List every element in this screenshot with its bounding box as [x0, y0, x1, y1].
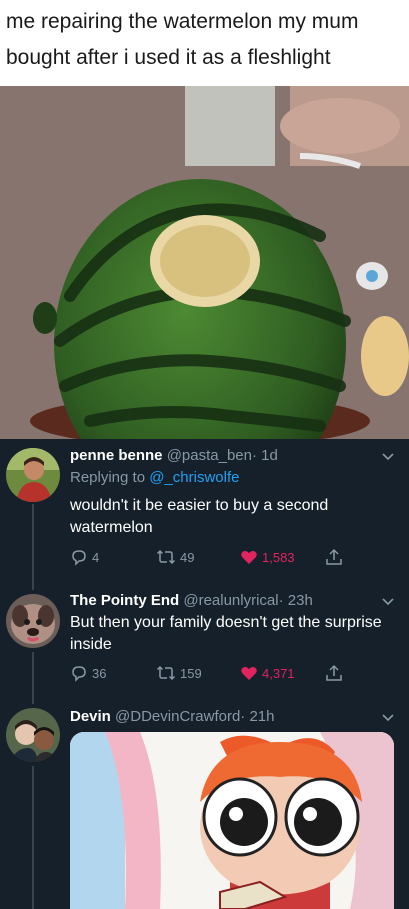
- chevron-down-icon[interactable]: [381, 452, 395, 462]
- tweet-header: The Pointy End @realunlyrical· 23h: [70, 592, 313, 609]
- thread-line: [32, 766, 34, 909]
- reply-count: 4: [92, 549, 100, 565]
- share-button[interactable]: [325, 662, 343, 684]
- display-name[interactable]: The Pointy End: [70, 592, 179, 609]
- share-button[interactable]: [325, 546, 343, 568]
- timestamp[interactable]: · 21h: [240, 708, 274, 725]
- thread-line: [32, 652, 34, 704]
- watermelon-photo: [0, 86, 409, 439]
- tweet-media-image[interactable]: [70, 732, 394, 909]
- like-count: 4,371: [262, 665, 295, 681]
- display-name[interactable]: penne benne: [70, 447, 163, 464]
- speech-bubble-icon: [72, 666, 86, 682]
- mention-link[interactable]: @_chriswolfe: [149, 469, 239, 486]
- thread-line: [32, 504, 34, 590]
- retweet-button[interactable]: 159: [156, 662, 202, 684]
- avatar[interactable]: [6, 708, 60, 762]
- like-button[interactable]: 4,371: [240, 662, 295, 684]
- tweet-text: wouldn't it be easier to buy a second wa…: [70, 497, 329, 536]
- timestamp[interactable]: · 1d: [252, 447, 278, 464]
- speech-bubble-icon: [72, 550, 86, 566]
- like-count: 1,583: [262, 549, 295, 565]
- chevron-down-icon[interactable]: [381, 713, 395, 723]
- display-name[interactable]: Devin: [70, 708, 111, 725]
- tweet-1[interactable]: penne benne @pasta_ben· 1d Replying to @…: [0, 440, 409, 590]
- retweet-button[interactable]: 49: [156, 546, 194, 568]
- meme-caption: me repairing the watermelon my mum bough…: [6, 10, 359, 69]
- tweet-header: penne benne @pasta_ben· 1d: [70, 447, 278, 464]
- reply-button[interactable]: 4: [70, 546, 99, 568]
- reply-count: 36: [92, 665, 107, 681]
- retweet-count: 49: [180, 549, 195, 565]
- chevron-down-icon[interactable]: [381, 597, 395, 607]
- tweet-2[interactable]: The Pointy End @realunlyrical· 23h But t…: [0, 588, 409, 700]
- retweet-icon: [156, 665, 176, 681]
- tweet-actions: 4 49 1,583: [70, 546, 360, 568]
- meme-caption-area: me repairing the watermelon my mum bough…: [0, 0, 409, 86]
- retweet-count: 159: [180, 665, 202, 681]
- heart-icon: [241, 666, 257, 680]
- handle[interactable]: @realunlyrical: [183, 592, 278, 609]
- timestamp[interactable]: · 23h: [279, 592, 313, 609]
- avatar[interactable]: [6, 594, 60, 648]
- tweet-actions: 36 159 4,371: [70, 662, 360, 684]
- tweet-text: But then your family doesn't get the sur…: [70, 614, 382, 653]
- tweet-header: Devin @DDevinCrawford· 21h: [70, 708, 275, 725]
- replying-to-label: Replying to: [70, 469, 150, 486]
- avatar[interactable]: [6, 448, 60, 502]
- heart-icon: [241, 550, 257, 564]
- replying-to: Replying to @_chriswolfe: [70, 469, 239, 486]
- like-button[interactable]: 1,583: [240, 546, 295, 568]
- reply-button[interactable]: 36: [70, 662, 106, 684]
- share-icon: [326, 548, 342, 565]
- handle[interactable]: @pasta_ben: [167, 447, 252, 464]
- share-icon: [326, 664, 342, 681]
- retweet-icon: [156, 549, 176, 565]
- handle[interactable]: @DDevinCrawford: [115, 708, 240, 725]
